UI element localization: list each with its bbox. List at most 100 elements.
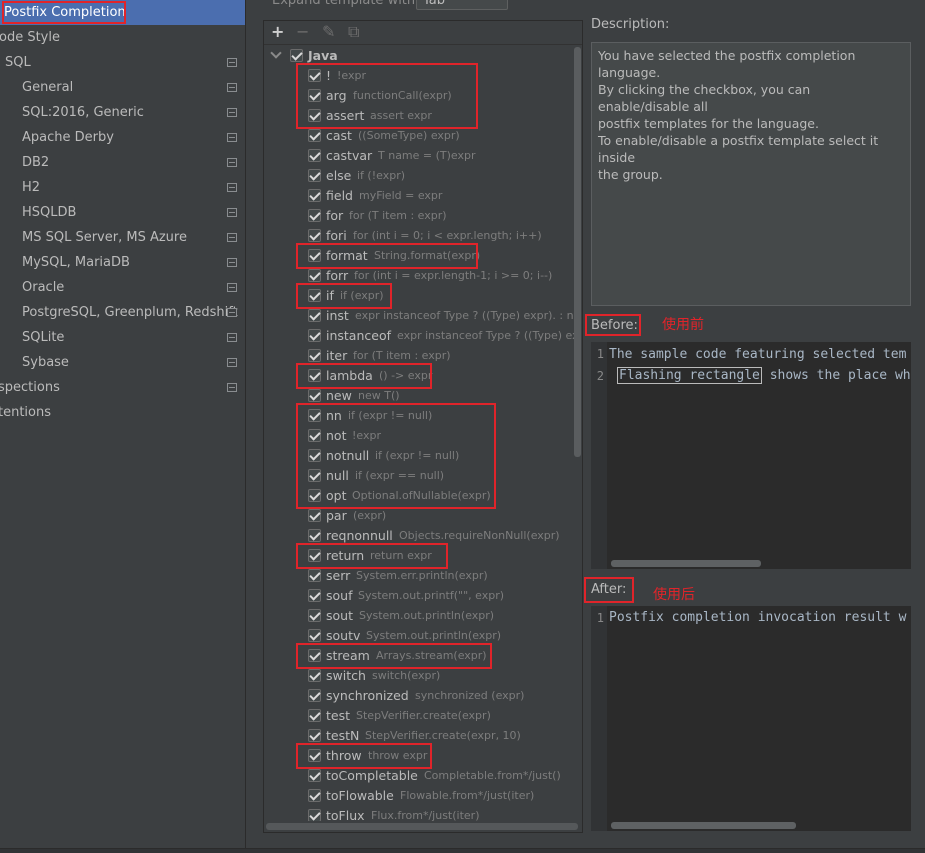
template-row[interactable]: reqnonnull Objects.requireNonNull(expr)	[264, 526, 574, 546]
template-row[interactable]: inst expr instanceof Type ? ((Type) expr)…	[264, 306, 574, 326]
template-row[interactable]: return return expr	[264, 546, 574, 566]
template-row[interactable]: toFlux Flux.from*/just(iter)	[264, 806, 574, 821]
template-row[interactable]: null if (expr == null)	[264, 466, 574, 486]
template-checkbox[interactable]	[308, 669, 321, 682]
chevron-down-icon[interactable]	[270, 47, 282, 59]
settings-tree-item[interactable]: tentions	[0, 400, 245, 425]
template-checkbox[interactable]	[308, 409, 321, 422]
template-checkbox[interactable]	[308, 809, 321, 821]
settings-tree-item[interactable]: SQL:2016, Generic	[0, 100, 245, 125]
template-checkbox[interactable]	[308, 729, 321, 742]
settings-tree-item[interactable]: Apache Derby	[0, 125, 245, 150]
settings-tree-item[interactable]: General	[0, 75, 245, 100]
template-row[interactable]: nn if (expr != null)	[264, 406, 574, 426]
template-checkbox[interactable]	[308, 89, 321, 102]
template-row[interactable]: serr System.err.println(expr)	[264, 566, 574, 586]
template-checkbox[interactable]	[308, 789, 321, 802]
template-row[interactable]: not !expr	[264, 426, 574, 446]
template-checkbox[interactable]	[308, 529, 321, 542]
remove-template-icon[interactable]: −	[296, 22, 309, 42]
template-row[interactable]: field myField = expr	[264, 186, 574, 206]
add-template-icon[interactable]: +	[271, 22, 284, 42]
template-row[interactable]: opt Optional.ofNullable(expr)	[264, 486, 574, 506]
template-checkbox[interactable]	[308, 249, 321, 262]
template-checkbox[interactable]	[308, 369, 321, 382]
template-row[interactable]: cast ((SomeType) expr)	[264, 126, 574, 146]
language-group-java[interactable]: Java	[264, 46, 564, 66]
template-checkbox[interactable]	[308, 69, 321, 82]
template-checkbox[interactable]	[308, 309, 321, 322]
template-checkbox[interactable]	[308, 489, 321, 502]
template-checkbox[interactable]	[308, 189, 321, 202]
template-row[interactable]: ! !expr	[264, 66, 574, 86]
template-row[interactable]: stream Arrays.stream(expr)	[264, 646, 574, 666]
template-checkbox[interactable]	[308, 689, 321, 702]
template-row[interactable]: test StepVerifier.create(expr)	[264, 706, 574, 726]
settings-tree-item[interactable]: Oracle	[0, 275, 245, 300]
template-row[interactable]: sout System.out.println(expr)	[264, 606, 574, 626]
templates-horizontal-scrollbar[interactable]	[266, 823, 578, 830]
template-checkbox[interactable]	[308, 629, 321, 642]
template-checkbox[interactable]	[308, 469, 321, 482]
template-row[interactable]: else if (!expr)	[264, 166, 574, 186]
settings-tree-item[interactable]: Postfix Completion	[0, 0, 245, 25]
template-checkbox[interactable]	[308, 149, 321, 162]
after-horizontal-scrollbar[interactable]	[611, 822, 796, 829]
template-checkbox[interactable]	[308, 229, 321, 242]
settings-tree-item[interactable]: H2	[0, 175, 245, 200]
template-checkbox[interactable]	[308, 649, 321, 662]
settings-tree-item[interactable]: spections	[0, 375, 245, 400]
template-row[interactable]: assert assert expr	[264, 106, 574, 126]
template-checkbox[interactable]	[308, 549, 321, 562]
template-row[interactable]: if if (expr)	[264, 286, 574, 306]
template-checkbox[interactable]	[308, 589, 321, 602]
template-checkbox[interactable]	[308, 749, 321, 762]
template-checkbox[interactable]	[308, 509, 321, 522]
settings-tree-item[interactable]: MS SQL Server, MS Azure	[0, 225, 245, 250]
templates-vertical-scrollbar[interactable]	[574, 47, 581, 457]
template-checkbox[interactable]	[308, 429, 321, 442]
template-row[interactable]: soutv System.out.println(expr)	[264, 626, 574, 646]
template-checkbox[interactable]	[308, 449, 321, 462]
template-checkbox[interactable]	[308, 129, 321, 142]
template-row[interactable]: toFlowable Flowable.from*/just(iter)	[264, 786, 574, 806]
template-row[interactable]: instanceof expr instanceof Type ? ((Type)…	[264, 326, 574, 346]
expand-template-combobox[interactable]: Tab	[416, 0, 508, 10]
template-row[interactable]: forr for (int i = expr.length-1; i >= 0; …	[264, 266, 574, 286]
language-checkbox[interactable]	[290, 49, 303, 62]
template-checkbox[interactable]	[308, 169, 321, 182]
template-row[interactable]: castvar T name = (T)expr	[264, 146, 574, 166]
settings-tree-item[interactable]: ode Style	[0, 25, 245, 50]
template-row[interactable]: testN StepVerifier.create(expr, 10)	[264, 726, 574, 746]
template-checkbox[interactable]	[308, 569, 321, 582]
template-row[interactable]: notnull if (expr != null)	[264, 446, 574, 466]
template-row[interactable]: toCompletable Completable.from*/just()	[264, 766, 574, 786]
template-row[interactable]: par (expr)	[264, 506, 574, 526]
template-checkbox[interactable]	[308, 389, 321, 402]
template-row[interactable]: souf System.out.printf("", expr)	[264, 586, 574, 606]
edit-template-icon[interactable]: ✎	[322, 22, 335, 42]
settings-tree-item[interactable]: Sybase	[0, 350, 245, 375]
template-row[interactable]: format String.format(expr)	[264, 246, 574, 266]
template-row[interactable]: for for (T item : expr)	[264, 206, 574, 226]
template-row[interactable]: fori for (int i = 0; i < expr.length; i++…	[264, 226, 574, 246]
template-row[interactable]: iter for (T item : expr)	[264, 346, 574, 366]
template-checkbox[interactable]	[308, 289, 321, 302]
template-checkbox[interactable]	[308, 209, 321, 222]
template-checkbox[interactable]	[308, 609, 321, 622]
template-checkbox[interactable]	[308, 769, 321, 782]
before-horizontal-scrollbar[interactable]	[611, 560, 761, 567]
template-checkbox[interactable]	[308, 329, 321, 342]
template-checkbox[interactable]	[308, 709, 321, 722]
template-row[interactable]: throw throw expr	[264, 746, 574, 766]
template-row[interactable]: arg functionCall(expr)	[264, 86, 574, 106]
settings-tree-item[interactable]: PostgreSQL, Greenplum, Redshift	[0, 300, 245, 325]
template-row[interactable]: synchronized synchronized (expr)	[264, 686, 574, 706]
settings-tree-item[interactable]: DB2	[0, 150, 245, 175]
settings-tree-item[interactable]: HSQLDB	[0, 200, 245, 225]
settings-tree-item[interactable]: SQL	[0, 50, 245, 75]
duplicate-template-icon[interactable]: ⧉	[348, 22, 359, 42]
template-checkbox[interactable]	[308, 349, 321, 362]
template-row[interactable]: switch switch(expr)	[264, 666, 574, 686]
template-row[interactable]: lambda () -> expr	[264, 366, 574, 386]
